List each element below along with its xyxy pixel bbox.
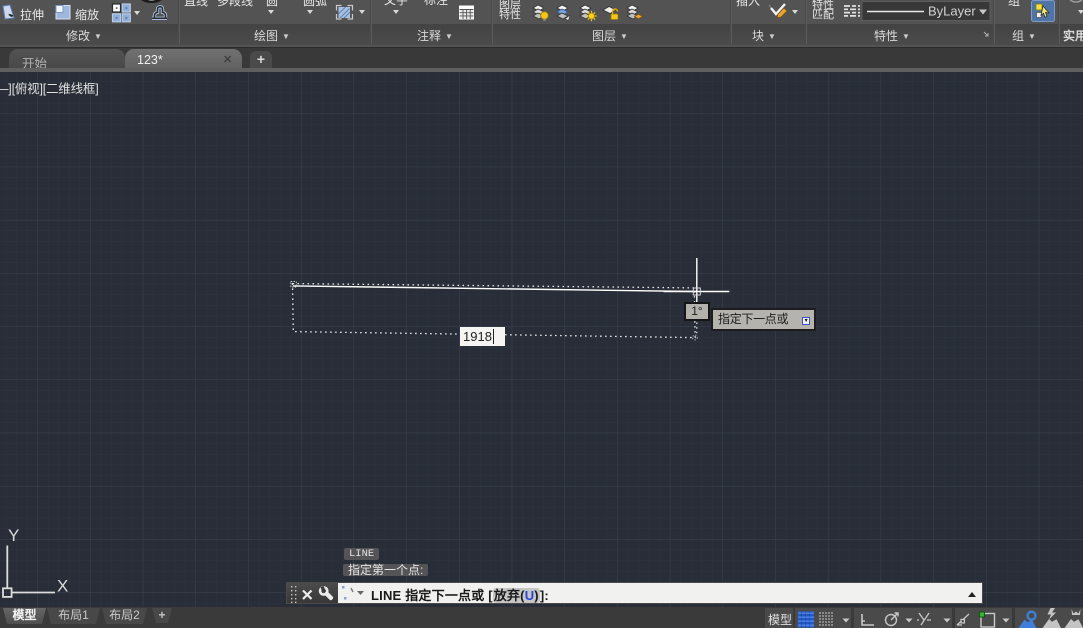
svg-text:Y: Y — [8, 526, 19, 545]
svg-text:X: X — [57, 577, 68, 596]
svg-text:ByLayer: ByLayer — [928, 4, 976, 19]
